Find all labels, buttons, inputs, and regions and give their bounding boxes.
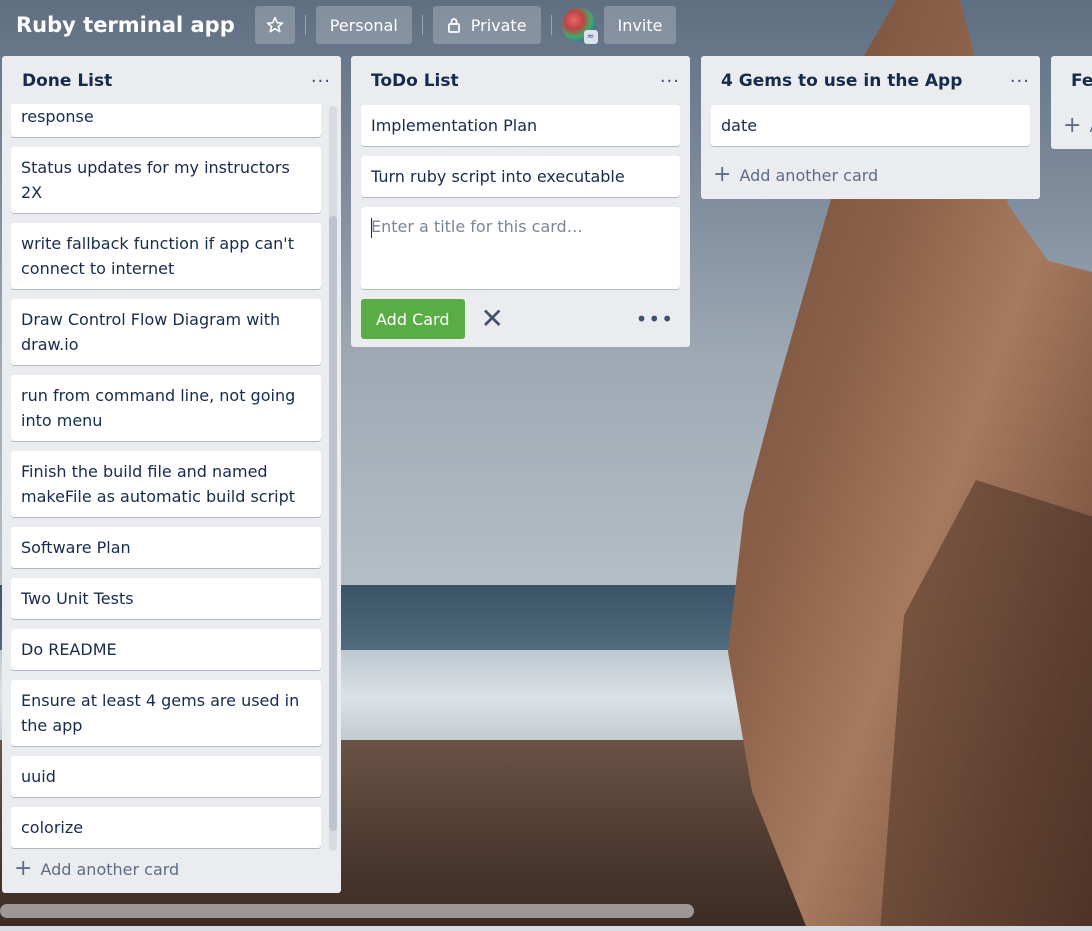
visibility-label: Private: [470, 15, 527, 35]
workspace-button[interactable]: Personal: [315, 6, 412, 44]
list-title[interactable]: Done List: [22, 71, 112, 91]
card[interactable]: Draw Control Flow Diagram with draw.io: [11, 299, 321, 365]
card[interactable]: write fallback function if app can't con…: [11, 223, 321, 289]
plus-icon: +: [14, 856, 33, 881]
add-card-submit-button[interactable]: Add Card: [361, 299, 465, 339]
card-title-input[interactable]: Enter a title for this card…: [361, 207, 680, 289]
list-menu-icon[interactable]: ···: [1010, 71, 1030, 92]
taskbar-strip: [0, 926, 1092, 931]
add-card-label: Add another card: [739, 165, 879, 185]
card[interactable]: Two Unit Tests: [11, 578, 321, 619]
list-title[interactable]: Fe: [1071, 71, 1092, 91]
card-list: Implementation Plan Turn ruby script int…: [361, 105, 680, 339]
list-title[interactable]: 4 Gems to use in the App: [721, 71, 962, 91]
card[interactable]: Do README: [11, 629, 321, 670]
card[interactable]: Finish the build file and named makeFile…: [11, 451, 321, 517]
composer-actions: Add Card ✕ •••: [361, 299, 680, 339]
list-scrollbar[interactable]: [329, 106, 337, 851]
lock-icon: [447, 18, 460, 33]
card-container: response Status updates for my instructo…: [2, 104, 341, 849]
header-divider: [304, 15, 306, 35]
list-done: Done List ··· response Status updates fo…: [2, 56, 341, 893]
list-header: Fe: [1051, 56, 1092, 106]
add-card-button[interactable]: + Add another card: [14, 856, 180, 881]
card[interactable]: response: [11, 104, 321, 137]
list-header: Done List ···: [2, 56, 341, 106]
card[interactable]: run from command line, not going into me…: [11, 375, 321, 441]
card[interactable]: date: [711, 105, 1030, 146]
list-gems: 4 Gems to use in the App ··· date + Add …: [701, 56, 1040, 199]
header-divider: [421, 15, 423, 35]
star-button[interactable]: [254, 6, 295, 44]
header-divider: [550, 15, 552, 35]
card[interactable]: Software Plan: [11, 527, 321, 568]
text-caret: [371, 218, 372, 238]
add-card-button[interactable]: + Add another card: [713, 162, 879, 187]
card-list: response Status updates for my instructo…: [11, 104, 321, 849]
list-partial: Fe + A: [1051, 56, 1092, 149]
card[interactable]: colorize: [11, 807, 321, 848]
card[interactable]: Ensure at least 4 gems are used in the a…: [11, 680, 321, 746]
card[interactable]: Status updates for my instructors 2X: [11, 147, 321, 213]
visibility-button[interactable]: Private: [432, 6, 541, 44]
more-options-icon[interactable]: •••: [636, 307, 674, 331]
board-title[interactable]: Ruby terminal app: [16, 13, 235, 37]
card[interactable]: uuid: [11, 756, 321, 797]
board-horizontal-scrollbar[interactable]: [0, 904, 694, 918]
card[interactable]: Turn ruby script into executable: [361, 156, 680, 197]
scroll-thumb[interactable]: [329, 216, 337, 831]
card-list: date: [711, 105, 1030, 156]
list-header: ToDo List ···: [351, 56, 690, 106]
add-card-button[interactable]: + A: [1063, 113, 1092, 138]
plus-icon: +: [1063, 113, 1082, 138]
plus-icon: +: [713, 162, 732, 187]
list-menu-icon[interactable]: ···: [311, 71, 331, 92]
list-header: 4 Gems to use in the App ···: [701, 56, 1040, 106]
close-icon[interactable]: ✕: [481, 305, 504, 333]
add-card-label: Add another card: [40, 859, 180, 879]
admin-badge-icon: ≈: [583, 30, 598, 44]
star-icon: [266, 16, 283, 33]
list-todo: ToDo List ··· Implementation Plan Turn r…: [351, 56, 690, 347]
list-title[interactable]: ToDo List: [371, 71, 459, 91]
card[interactable]: Implementation Plan: [361, 105, 680, 146]
board-header: Ruby terminal app Personal Private ≈ Inv…: [0, 0, 1092, 50]
invite-button[interactable]: Invite: [603, 6, 677, 44]
list-menu-icon[interactable]: ···: [660, 71, 680, 92]
member-avatar[interactable]: ≈: [561, 8, 598, 44]
composer-placeholder: Enter a title for this card…: [371, 217, 583, 236]
